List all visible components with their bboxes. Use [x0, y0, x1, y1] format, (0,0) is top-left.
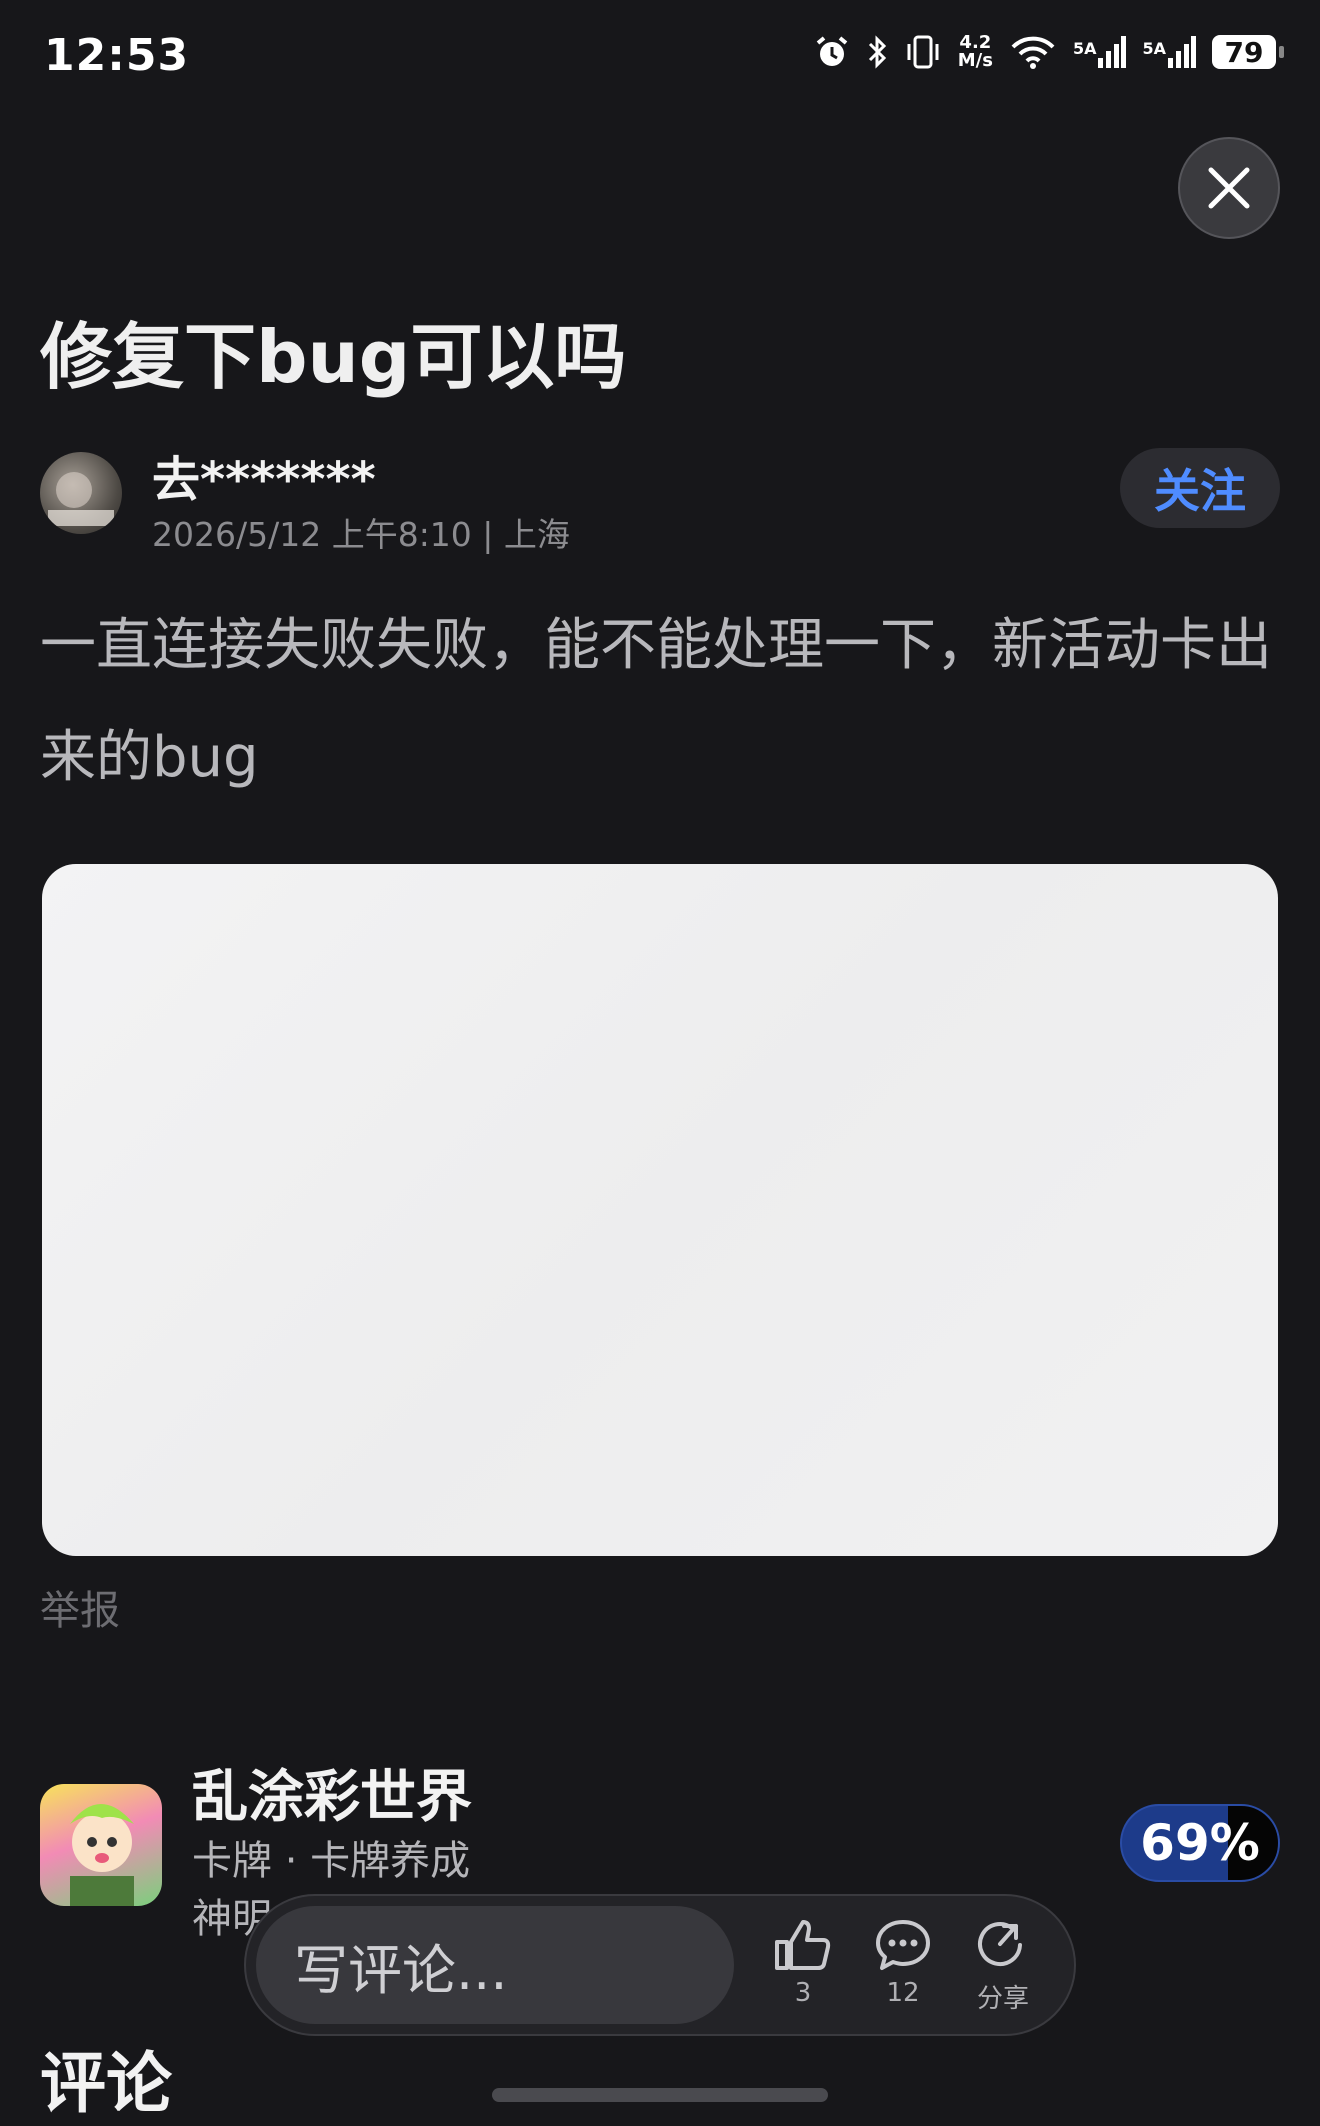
follow-button[interactable]: 关注: [1120, 448, 1280, 528]
battery-indicator: 79: [1212, 35, 1284, 69]
close-button[interactable]: [1178, 137, 1280, 239]
game-icon-art: [70, 1804, 134, 1906]
report-link[interactable]: 举报: [40, 1578, 120, 1636]
status-time: 12:53: [44, 30, 190, 81]
net-speed-unit: M/s: [957, 50, 993, 71]
game-name[interactable]: 乱涂彩世界: [192, 1752, 472, 1833]
sim1-label: 5A: [1072, 39, 1097, 58]
share-label: 分享: [976, 1984, 1029, 2014]
author-name[interactable]: 去*******: [152, 440, 376, 510]
wifi-icon: [1011, 36, 1055, 69]
comment-input[interactable]: 写评论...: [256, 1906, 734, 2024]
signal-icon: [1098, 36, 1127, 68]
like-button[interactable]: 3: [758, 1918, 848, 2008]
like-count: 3: [794, 1978, 812, 2008]
sim1-signal: 5A: [1073, 36, 1127, 68]
status-icons: 4.2 M/s 5A 5A 79: [814, 34, 1284, 70]
home-indicator[interactable]: [492, 2088, 828, 2102]
comments-heading: 评论: [40, 2045, 172, 2122]
game-tags: 卡牌 · 卡牌养成: [192, 1838, 471, 1884]
share-button[interactable]: 分享: [958, 1918, 1048, 2015]
post-body: 一直连接失败失败，能不能处理一下，新活动卡出来的bug: [40, 613, 1272, 790]
comment-button[interactable]: 12: [858, 1918, 948, 2008]
avatar[interactable]: [40, 452, 122, 534]
bluetooth-icon: [868, 35, 886, 69]
share-icon: [978, 1922, 1022, 1966]
comment-count: 12: [886, 1978, 920, 2008]
sim2-signal: 5A: [1142, 36, 1196, 68]
net-speed: 4.2 M/s: [958, 34, 993, 70]
post-meta: 2026/5/12 上午8:10 | 上海: [152, 515, 570, 554]
comment-bubble-icon: [876, 1920, 930, 1970]
vibrate-icon: [907, 35, 939, 69]
post-image[interactable]: [42, 864, 1278, 1556]
signal-icon: [1168, 36, 1196, 68]
thumbs-up-icon: [775, 1920, 831, 1970]
game-icon[interactable]: [40, 1784, 162, 1906]
post-title: 修复下bug可以吗: [40, 315, 627, 399]
sim2-label: 5A: [1142, 39, 1166, 58]
close-icon: [1208, 167, 1250, 209]
game-rating-badge[interactable]: 69%: [1120, 1804, 1280, 1882]
alarm-icon: [816, 36, 848, 66]
avatar-image: [48, 472, 114, 526]
